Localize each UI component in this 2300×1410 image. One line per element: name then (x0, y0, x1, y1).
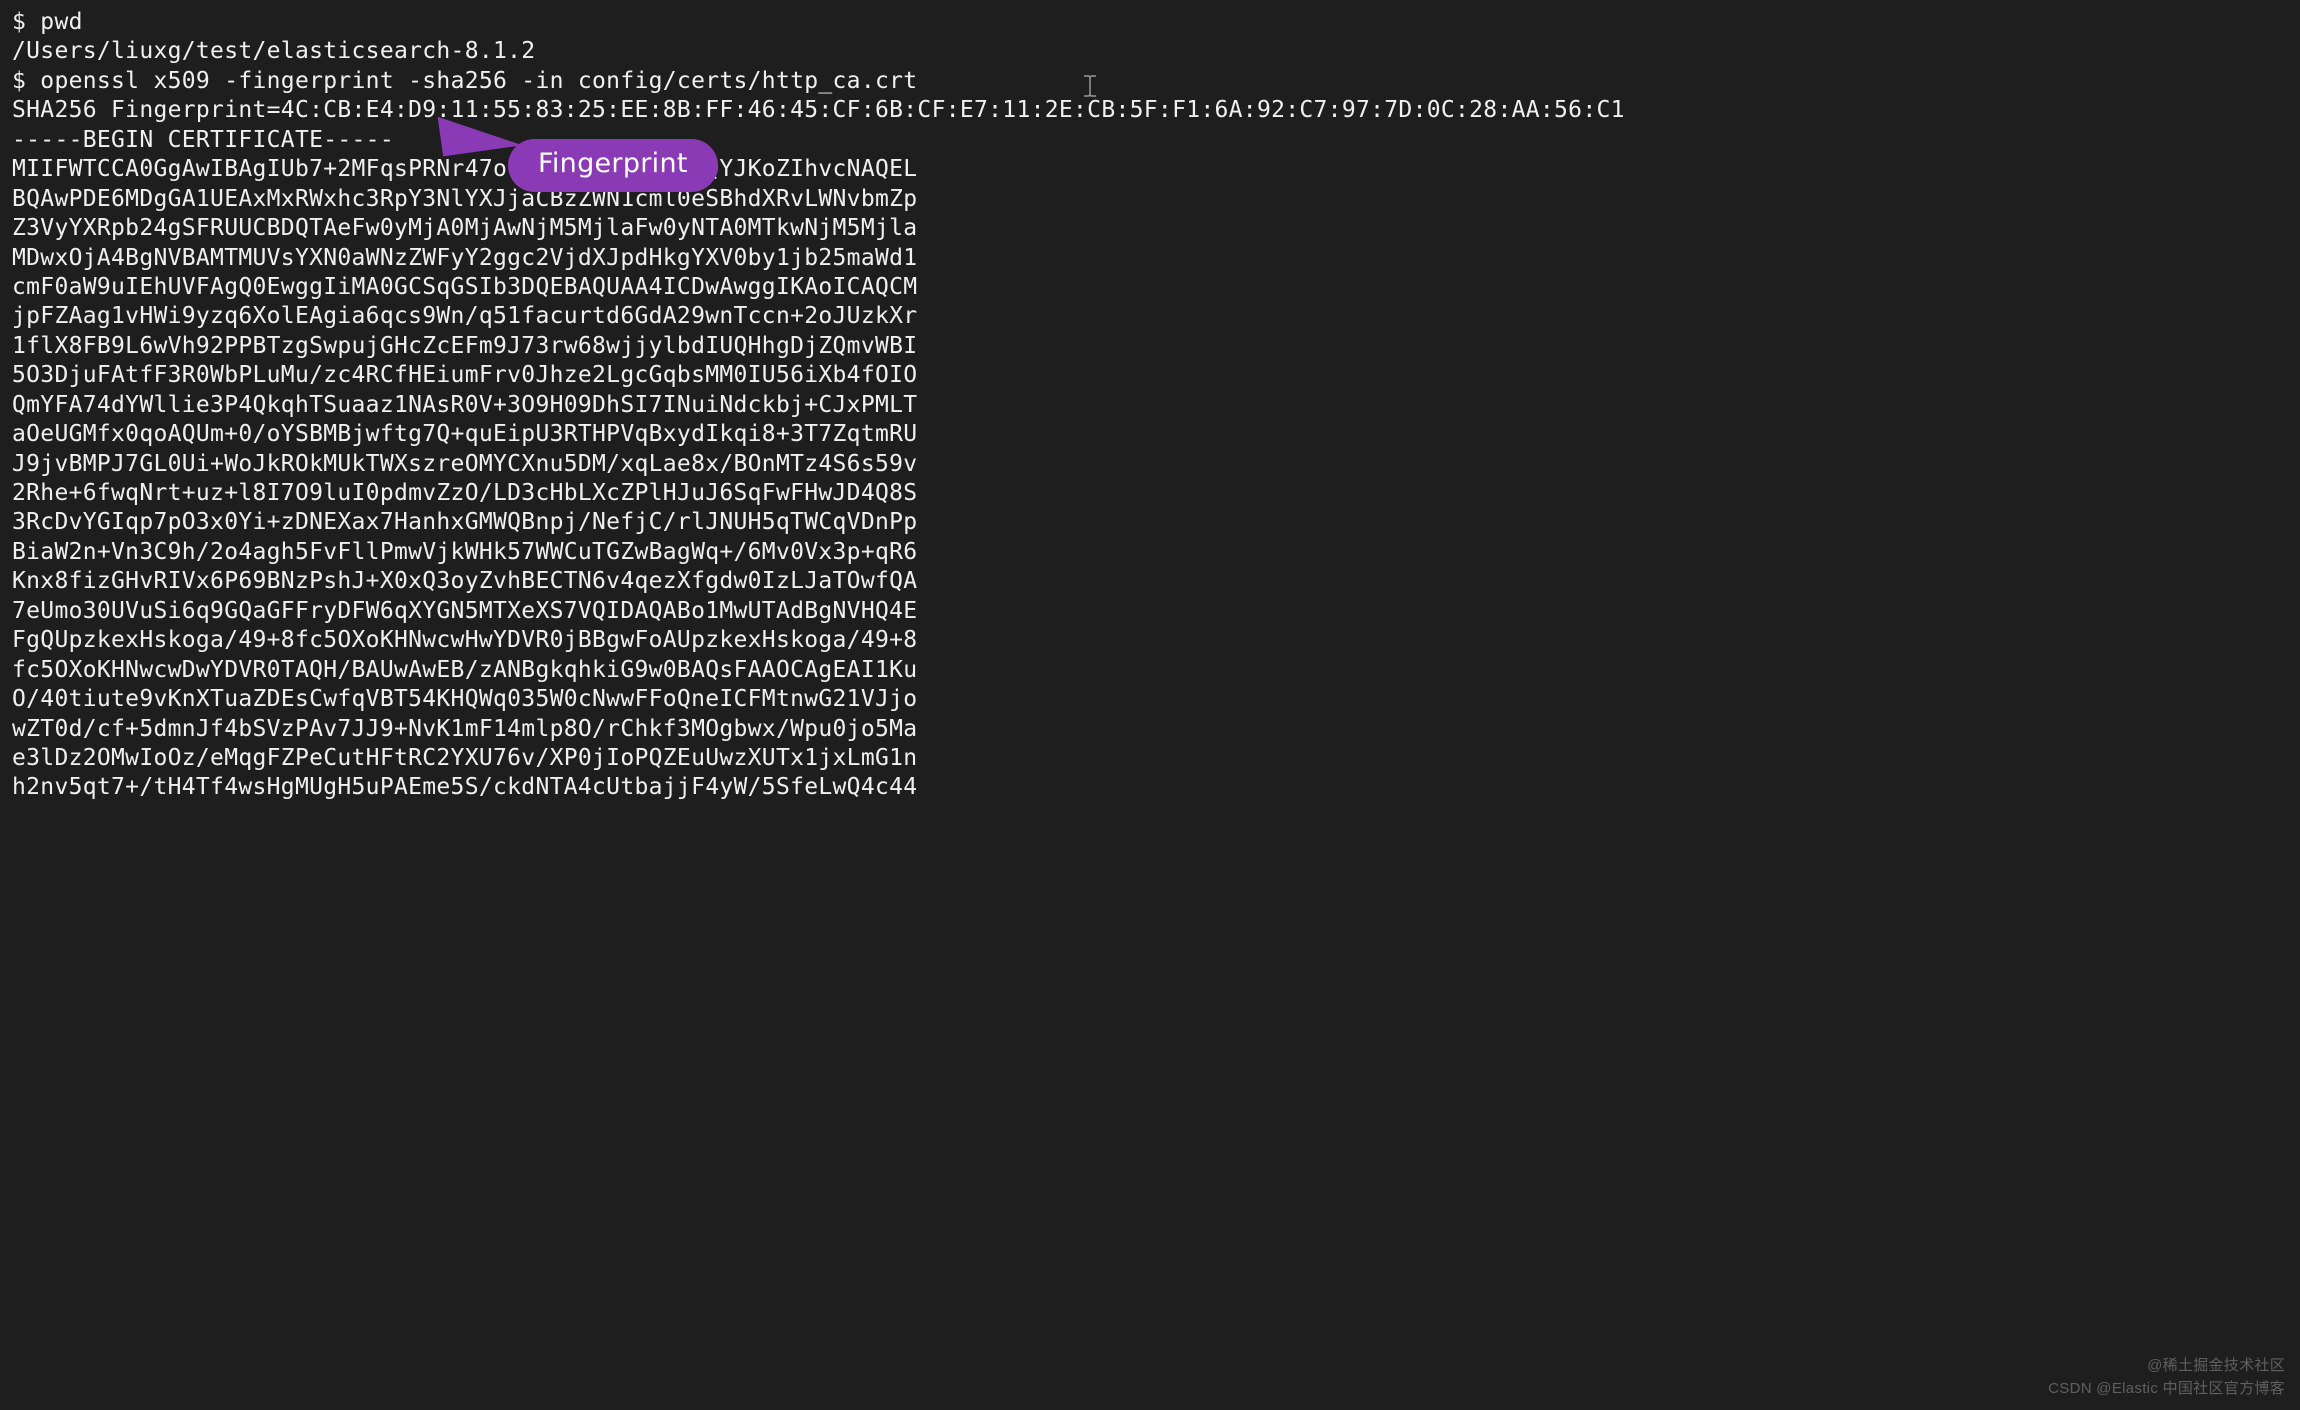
terminal-output[interactable]: $ pwd /Users/liuxg/test/elasticsearch-8.… (12, 8, 2288, 803)
cert-line: MDwxOjA4BgNVBAMTMUVsYXN0aWNzZWFyY2ggc2Vj… (12, 244, 2288, 273)
output-pwd: /Users/liuxg/test/elasticsearch-8.1.2 (12, 37, 2288, 66)
cert-line: BQAwPDE6MDgGA1UEAxMxRWxhc3RpY3NlYXJjaCBz… (12, 185, 2288, 214)
cert-line: MIIFWTCCA0GgAwIBAgIUb7+2MFqsPRNr47o6OavB… (12, 155, 2288, 184)
cert-line: QmYFA74dYWllie3P4QkqhTSuaaz1NAsR0V+3O9H0… (12, 391, 2288, 420)
watermark-line: CSDN @Elastic 中国社区官方博客 (2048, 1378, 2285, 1401)
prompt: $ (12, 9, 40, 35)
command-line-2: $ openssl x509 -fingerprint -sha256 -in … (12, 67, 2288, 96)
cert-line: cmF0aW9uIEhUVFAgQ0EwggIiMA0GCSqGSIb3DQEB… (12, 273, 2288, 302)
annotation-bubble: Fingerprint (508, 139, 718, 192)
cert-line: Z3VyYXRpb24gSFRUUCBDQTAeFw0yMjA0MjAwNjM5… (12, 214, 2288, 243)
fingerprint-output: SHA256 Fingerprint=4C:CB:E4:D9:11:55:83:… (12, 96, 2288, 125)
cert-line: O/40tiute9vKnXTuaZDEsCwfqVBT54KHQWq035W0… (12, 685, 2288, 714)
cert-line: fc5OXoKHNwcwDwYDVR0TAQH/BAUwAwEB/zANBgkq… (12, 656, 2288, 685)
watermark-line: @稀土掘金技术社区 (2048, 1355, 2285, 1378)
cert-line: e3lDz2OMwIoOz/eMqgFZPeCutHFtRC2YXU76v/XP… (12, 744, 2288, 773)
text-cursor-icon (1083, 74, 1097, 106)
annotation-callout: Fingerprint (508, 109, 718, 162)
command-text: openssl x509 -fingerprint -sha256 -in co… (40, 68, 917, 94)
cert-line: 1flX8FB9L6wVh92PPBTzgSwpujGHcZcEFm9J73rw… (12, 332, 2288, 361)
cert-line: Knx8fizGHvRIVx6P69BNzPshJ+X0xQ3oyZvhBECT… (12, 567, 2288, 596)
cert-line: aOeUGMfx0qoAQUm+0/oYSBMBjwftg7Q+quEipU3R… (12, 420, 2288, 449)
watermark-text: @稀土掘金技术社区 CSDN @Elastic 中国社区官方博客 (2048, 1355, 2285, 1400)
prompt: $ (12, 68, 40, 94)
cert-line: BiaW2n+Vn3C9h/2o4agh5FvFllPmwVjkWHk57WWC… (12, 538, 2288, 567)
cert-line: 7eUmo30UVuSi6q9GQaGFFryDFW6qXYGN5MTXeXS7… (12, 597, 2288, 626)
cert-line: J9jvBMPJ7GL0Ui+WoJkROkMUkTWXszreOMYCXnu5… (12, 450, 2288, 479)
cert-line: 2Rhe+6fwqNrt+uz+l8I7O9luI0pdmvZzO/LD3cHb… (12, 479, 2288, 508)
cert-line: 3RcDvYGIqp7pO3x0Yi+zDNEXax7HanhxGMWQBnpj… (12, 508, 2288, 537)
cert-line: 5O3DjuFAtfF3R0WbPLuMu/zc4RCfHEiumFrv0Jhz… (12, 361, 2288, 390)
cert-begin-marker: -----BEGIN CERTIFICATE----- (12, 126, 2288, 155)
command-text: pwd (40, 9, 82, 35)
cert-line: wZT0d/cf+5dmnJf4bSVzPAv7JJ9+NvK1mF14mlp8… (12, 715, 2288, 744)
command-line-1: $ pwd (12, 8, 2288, 37)
cert-line: h2nv5qt7+/tH4Tf4wsHgMUgH5uPAEme5S/ckdNTA… (12, 773, 2288, 802)
cert-line: FgQUpzkexHskoga/49+8fc5OXoKHNwcwHwYDVR0j… (12, 626, 2288, 655)
cert-line: jpFZAag1vHWi9yzq6XolEAgia6qcs9Wn/q51facu… (12, 302, 2288, 331)
